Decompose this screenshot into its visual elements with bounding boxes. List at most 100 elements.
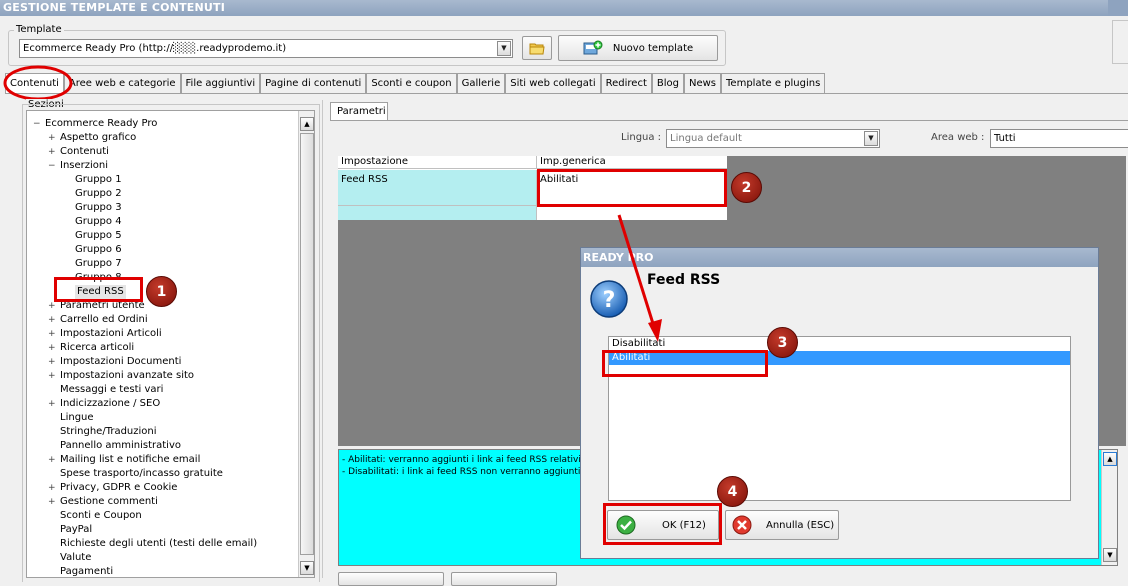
tab-panel-border bbox=[5, 93, 1128, 94]
expand-icon[interactable]: + bbox=[48, 484, 56, 493]
feed-rss-highlight bbox=[54, 277, 143, 302]
expand-icon[interactable]: + bbox=[48, 330, 56, 339]
expand-icon[interactable]: + bbox=[48, 498, 56, 507]
tree-item-label: Sconti e Coupon bbox=[60, 510, 142, 521]
tree-item-label: Gruppo 4 bbox=[75, 216, 122, 227]
tree-item-label: Gruppo 6 bbox=[75, 244, 122, 255]
tab-blog[interactable]: Blog bbox=[651, 73, 684, 93]
right-panel-edge bbox=[1112, 20, 1128, 64]
description-scrollbar[interactable]: ▲ ▼ bbox=[1101, 450, 1117, 565]
tree-item-label: Messaggi e testi vari bbox=[60, 384, 164, 395]
tab-aree-web[interactable]: Aree web e categorie bbox=[63, 73, 181, 93]
tree-scrollbar[interactable]: ▲ ▼ bbox=[298, 111, 314, 577]
chevron-down-icon[interactable]: ▼ bbox=[497, 41, 511, 56]
tree-item-label: Carrello ed Ordini bbox=[60, 314, 148, 325]
abilitati-cell-highlight bbox=[537, 169, 727, 207]
template-select-value: Ecommerce Ready Pro (http://░░░.readypro… bbox=[23, 43, 287, 54]
tree-item-label: Mailing list e notifiche email bbox=[60, 454, 201, 465]
tree-item-label: Aspetto grafico bbox=[60, 132, 137, 143]
collapse-icon[interactable]: − bbox=[48, 162, 56, 171]
open-folder-button[interactable] bbox=[522, 36, 552, 60]
expand-icon[interactable]: + bbox=[48, 316, 56, 325]
new-template-button[interactable]: Nuovo template bbox=[558, 35, 718, 61]
tree-item-label: Gruppo 3 bbox=[75, 202, 122, 213]
chevron-down-icon[interactable]: ▼ bbox=[864, 131, 878, 146]
tree-item-label: Gruppo 1 bbox=[75, 174, 122, 185]
expand-icon[interactable]: + bbox=[48, 456, 56, 465]
tree-item-label: Indicizzazione / SEO bbox=[60, 398, 161, 409]
tab-sconti-coupon[interactable]: Sconti e coupon bbox=[366, 73, 457, 93]
expand-icon[interactable]: + bbox=[48, 372, 56, 381]
cancel-button[interactable]: Annulla (ESC) bbox=[725, 510, 839, 540]
tree-item-label: Contenuti bbox=[60, 146, 109, 157]
scroll-down-icon[interactable]: ▼ bbox=[300, 561, 314, 575]
tree-item-label: Pannello amministrativo bbox=[60, 440, 182, 451]
template-select[interactable]: Ecommerce Ready Pro (http://░░░.readypro… bbox=[19, 39, 513, 58]
new-template-label: Nuovo template bbox=[612, 42, 694, 54]
area-value: Tutti bbox=[994, 133, 1016, 144]
area-select[interactable]: Tutti bbox=[990, 129, 1128, 148]
callout-2: 2 bbox=[731, 172, 762, 203]
tab-parametri[interactable]: Parametri bbox=[330, 102, 388, 120]
tab-redirect[interactable]: Redirect bbox=[600, 73, 652, 93]
tab-pagine-contenuti[interactable]: Pagine di contenuti bbox=[260, 73, 367, 93]
scroll-down-icon[interactable]: ▼ bbox=[1103, 548, 1117, 562]
tree-item-label: PayPal bbox=[60, 524, 93, 535]
main-tabs: Contenuti Aree web e categorie File aggi… bbox=[5, 73, 826, 94]
parametri-border bbox=[330, 120, 1128, 121]
expand-icon[interactable]: + bbox=[48, 302, 56, 311]
scroll-up-icon[interactable]: ▲ bbox=[1103, 452, 1117, 466]
bottom-button-1[interactable] bbox=[338, 572, 444, 586]
tree-item-label: Lingue bbox=[60, 412, 94, 423]
tab-gallerie[interactable]: Gallerie bbox=[456, 73, 506, 93]
tree-item-label: Spese trasporto/incasso gratuite bbox=[60, 468, 223, 479]
callout-1: 1 bbox=[146, 276, 177, 307]
tree-item-label: Gruppo 7 bbox=[75, 258, 122, 269]
callout-4: 4 bbox=[717, 476, 748, 507]
tree-item-label: Pagamenti bbox=[60, 566, 114, 577]
grid-header-generica[interactable]: Imp.generica bbox=[537, 156, 727, 169]
tree-item-label: Gruppo 2 bbox=[75, 188, 122, 199]
collapse-icon[interactable]: − bbox=[33, 120, 41, 129]
tree-item-label: Ricerca articoli bbox=[60, 342, 135, 353]
tree-item-label: Inserzioni bbox=[60, 160, 109, 171]
tab-file-aggiuntivi[interactable]: File aggiuntivi bbox=[180, 73, 261, 93]
tree-item-label: Privacy, GDPR e Cookie bbox=[60, 482, 178, 493]
tree-item-label: Gruppo 5 bbox=[75, 230, 122, 241]
folder-icon bbox=[529, 43, 545, 55]
grid-cell-empty bbox=[338, 205, 537, 220]
expand-icon[interactable]: + bbox=[48, 344, 56, 353]
grid-header-impostazione[interactable]: Impostazione bbox=[338, 156, 537, 169]
expand-icon[interactable]: + bbox=[48, 134, 56, 143]
window-title: GESTIONE TEMPLATE E CONTENUTI bbox=[0, 0, 1128, 16]
lingua-value: Lingua default bbox=[670, 133, 742, 144]
callout-3: 3 bbox=[767, 327, 798, 358]
lingua-label: Lingua : bbox=[621, 132, 662, 143]
lingua-select[interactable]: Lingua default ▼ bbox=[666, 129, 880, 148]
expand-icon[interactable]: + bbox=[48, 400, 56, 409]
new-template-icon bbox=[583, 40, 603, 55]
tab-template-plugins[interactable]: Template e plugins bbox=[721, 73, 826, 93]
tree-item-label: Stringhe/Traduzioni bbox=[60, 426, 157, 437]
tab-siti-collegati[interactable]: Siti web collegati bbox=[505, 73, 601, 93]
scroll-up-icon[interactable]: ▲ bbox=[300, 117, 314, 131]
expand-icon[interactable]: + bbox=[48, 148, 56, 157]
splitter[interactable] bbox=[322, 100, 326, 578]
tree-item-label: Impostazioni Documenti bbox=[60, 356, 182, 367]
expand-icon[interactable]: + bbox=[48, 358, 56, 367]
cancel-button-label: Annulla (ESC) bbox=[766, 519, 835, 531]
tree-item-label: Richieste degli utenti (testi delle emai… bbox=[60, 538, 258, 549]
grid-cell-impostazione[interactable]: Feed RSS bbox=[338, 170, 537, 205]
sections-tree[interactable]: − Ecommerce Ready Pro + Aspetto grafico + Con… bbox=[26, 110, 315, 578]
tab-news[interactable]: News bbox=[683, 73, 722, 93]
option-disabilitati[interactable]: Disabilitati bbox=[609, 337, 1070, 351]
highlight-ellipse bbox=[3, 65, 73, 101]
tree-item-label: Valute bbox=[60, 552, 92, 563]
red-arrow bbox=[617, 214, 662, 342]
scroll-thumb[interactable] bbox=[300, 133, 314, 555]
cancel-icon bbox=[732, 515, 752, 535]
bottom-button-2[interactable] bbox=[451, 572, 557, 586]
tree-item-label: Impostazioni Articoli bbox=[60, 328, 162, 339]
ok-button-highlight bbox=[603, 503, 722, 545]
tree-item-label: Gestione commenti bbox=[60, 496, 158, 507]
